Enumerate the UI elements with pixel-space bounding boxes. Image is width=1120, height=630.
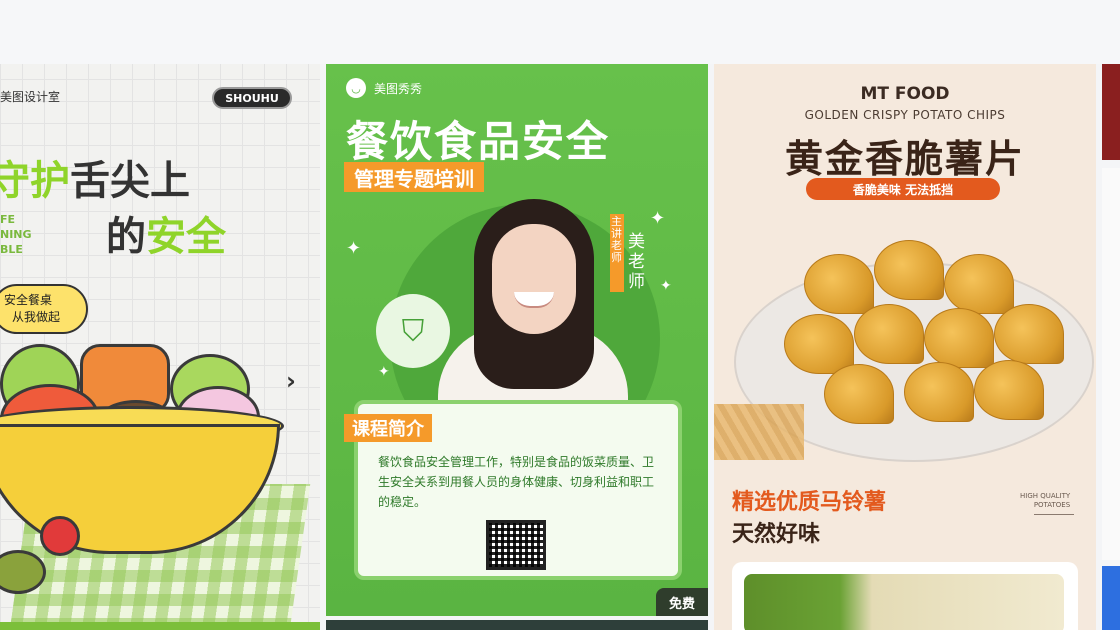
sparkle-icon: ✦ bbox=[660, 278, 672, 294]
cherry-illustration bbox=[40, 516, 80, 556]
template-card-food-safety-poster[interactable]: 美图设计室 SHOUHU 守护舌尖上 FE NING BLE 的安全 安全餐桌 … bbox=[0, 64, 320, 630]
poster-title: 黄金香脆薯片 bbox=[784, 137, 1025, 181]
title-dark-part: 的 bbox=[106, 214, 146, 260]
title-green-part: 守护 bbox=[0, 158, 70, 204]
chip-illustration bbox=[784, 314, 854, 374]
bubble-line: 安全餐桌 bbox=[4, 293, 53, 307]
card-subtitle: GOLDEN CRISPY POTATO CHIPS bbox=[804, 108, 1006, 122]
chip-illustration bbox=[854, 304, 924, 364]
potato-photo bbox=[744, 574, 1064, 630]
title-green-part: 安全 bbox=[146, 214, 226, 260]
section-headline: 精选优质马铃薯 bbox=[732, 490, 887, 515]
chip-illustration bbox=[924, 308, 994, 368]
brand-label: 美图秀秀 bbox=[374, 81, 423, 96]
sparkle-icon: ✦ bbox=[346, 238, 362, 259]
teacher-role: 主讲老师 bbox=[610, 214, 624, 292]
chip-illustration bbox=[994, 304, 1064, 364]
title-dark-part: 舌尖上 bbox=[70, 158, 190, 204]
top-bar bbox=[0, 0, 1120, 64]
chip-illustration bbox=[904, 362, 974, 422]
section-subheadline: 天然好味 bbox=[732, 522, 821, 547]
template-card-food-safety-training[interactable]: ◡ 美图秀秀 餐饮食品安全 管理专题培训 ✦ ✦ ✦ ✦ ⛉ 主讲老师 美老师 … bbox=[326, 64, 708, 616]
slogan-pill: 香脆美味 无法抵挡 bbox=[806, 178, 1000, 200]
carousel-next-arrow-icon[interactable]: › bbox=[286, 367, 296, 395]
card1-bottom-strip bbox=[0, 622, 320, 630]
chip-illustration bbox=[804, 254, 874, 314]
chip-illustration bbox=[974, 360, 1044, 420]
bubble-line: 从我做起 bbox=[12, 310, 61, 324]
sparkle-icon: ✦ bbox=[378, 364, 390, 380]
intro-text: 餐饮食品安全管理工作，特别是食品的饭菜质量、卫生安全关系到用餐人员的身体健康、切… bbox=[378, 455, 655, 509]
quality-label: HIGH QUALITY POTATOES bbox=[1020, 492, 1070, 510]
shield-icon: ⛉ bbox=[376, 294, 450, 368]
intro-label: 课程简介 bbox=[344, 414, 432, 442]
template-card-potato-chips[interactable]: MT FOOD GOLDEN CRISPY POTATO CHIPS 黄金香脆薯… bbox=[714, 64, 1096, 630]
free-badge: 免费 bbox=[656, 588, 708, 616]
teacher-name: 美老师 bbox=[628, 232, 645, 292]
template-card-partial[interactable] bbox=[1102, 566, 1120, 630]
quality-label-line: POTATOES bbox=[1033, 501, 1071, 509]
qr-code-icon bbox=[486, 520, 546, 570]
chip-illustration bbox=[824, 364, 894, 424]
chip-illustration bbox=[944, 254, 1014, 314]
poster-title: 餐饮食品安全 bbox=[346, 117, 611, 166]
side-text-line: FE bbox=[0, 213, 16, 226]
divider bbox=[1034, 514, 1074, 515]
card-brand: ◡ 美图秀秀 bbox=[346, 78, 422, 98]
presenter-face bbox=[492, 224, 576, 334]
fries-illustration bbox=[714, 404, 804, 460]
card-brand: MT FOOD bbox=[860, 84, 950, 104]
meitu-logo-icon: ◡ bbox=[346, 78, 366, 98]
template-card-partial[interactable] bbox=[1102, 168, 1120, 560]
poster-tag: 管理专题培训 bbox=[344, 162, 484, 192]
side-text-line: BLE bbox=[0, 243, 23, 256]
card-brand: 美图设计室 bbox=[0, 90, 61, 104]
poster-title-line1: 守护舌尖上 bbox=[0, 148, 190, 206]
next-card-peek bbox=[326, 620, 708, 630]
sparkle-icon: ✦ bbox=[650, 208, 666, 229]
card-badge: SHOUHU bbox=[212, 87, 292, 109]
poster-side-text: FE NING BLE bbox=[0, 212, 32, 257]
chip-illustration bbox=[874, 240, 944, 300]
side-text-line: NING bbox=[0, 228, 32, 241]
quality-label-line: HIGH QUALITY bbox=[1020, 492, 1071, 500]
poster-title-line2: 的安全 bbox=[106, 204, 226, 262]
template-card-partial[interactable] bbox=[1102, 64, 1120, 160]
teacher-label: 主讲老师 美老师 bbox=[610, 214, 648, 292]
speech-bubble: 安全餐桌 从我做起 bbox=[0, 284, 88, 334]
